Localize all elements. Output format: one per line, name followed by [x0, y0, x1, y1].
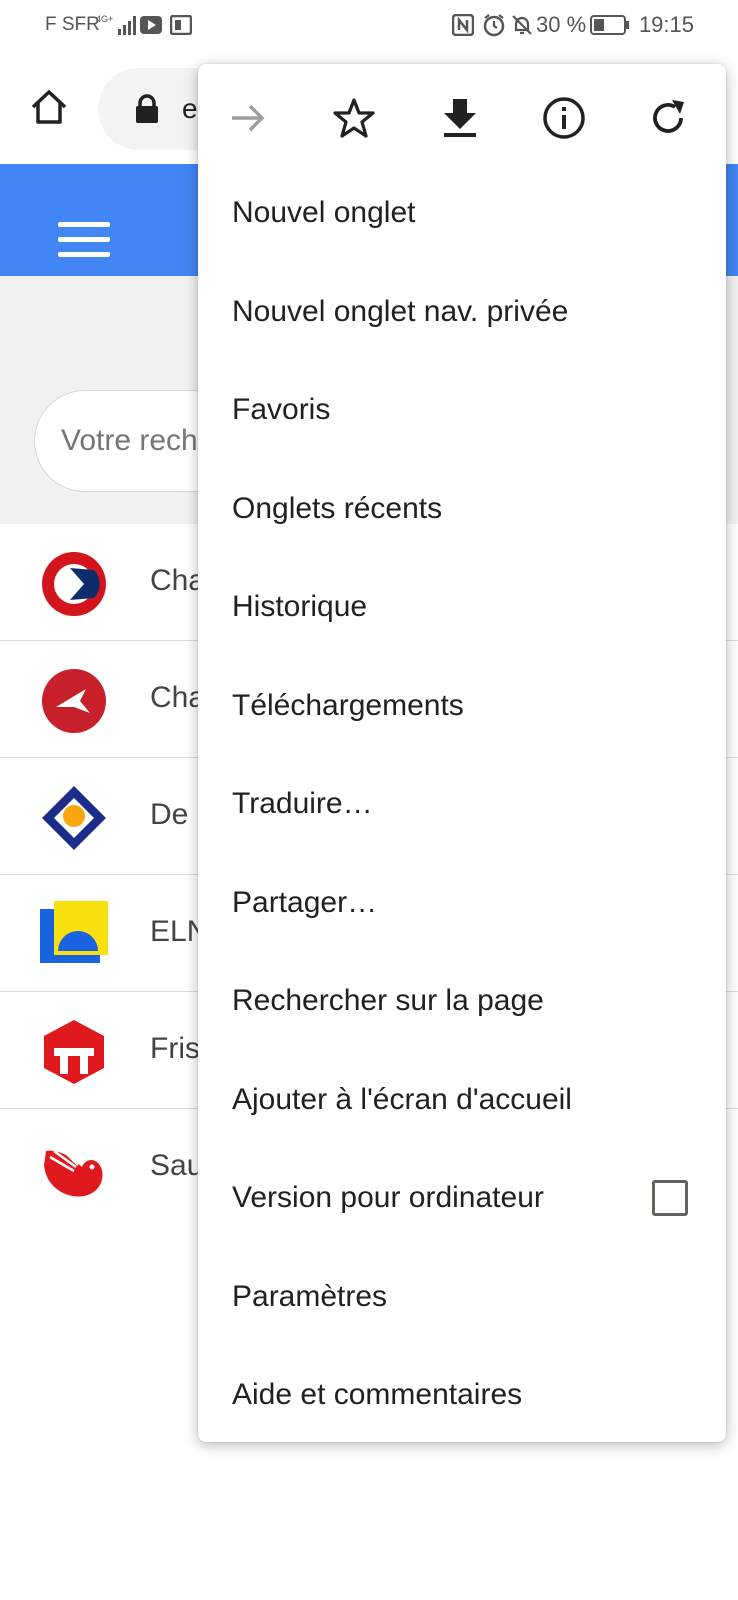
desktop-site-checkbox[interactable]	[652, 1180, 688, 1217]
logo-blue-diamond	[42, 786, 106, 850]
menu-item-list: Nouvel onglet Nouvel onglet nav. privée …	[198, 164, 726, 1445]
menu-item-help-feedback[interactable]: Aide et commentaires	[198, 1346, 726, 1445]
menu-item-downloads[interactable]: Téléchargements	[198, 657, 726, 756]
url-text: e	[182, 93, 198, 124]
news-icon	[170, 15, 192, 35]
signal-icon: 4G+	[96, 14, 136, 35]
menu-item-share[interactable]: Partager…	[198, 854, 726, 953]
star-icon	[333, 98, 375, 138]
svg-text:4G+: 4G+	[96, 14, 113, 24]
battery-percent: 30 %	[536, 12, 587, 37]
download-button[interactable]	[434, 92, 486, 144]
reload-icon	[653, 100, 684, 133]
menu-item-new-tab[interactable]: Nouvel onglet	[198, 164, 726, 263]
menu-item-translate[interactable]: Traduire…	[198, 755, 726, 854]
clock: 19:15	[638, 12, 694, 37]
menu-item-bookmarks[interactable]: Favoris	[198, 361, 726, 460]
logo-red-plane-circle	[42, 669, 106, 733]
logo-red-blue-circle	[42, 552, 106, 616]
menu-item-add-to-home-screen[interactable]: Ajouter à l'écran d'accueil	[198, 1051, 726, 1150]
menu-item-settings[interactable]: Paramètres	[198, 1248, 726, 1347]
lock-icon	[136, 94, 158, 123]
hamburger-menu-icon[interactable]	[58, 222, 110, 258]
menu-icon-row	[198, 64, 726, 176]
reload-button[interactable]	[642, 92, 694, 144]
menu-item-history[interactable]: Historique	[198, 558, 726, 657]
menu-item-desktop-site[interactable]: Version pour ordinateur	[198, 1149, 726, 1248]
info-icon	[543, 97, 585, 139]
logo-blue-yellow-square	[40, 901, 108, 963]
carrier-label: F SFR	[45, 14, 100, 35]
menu-item-new-incognito-tab[interactable]: Nouvel onglet nav. privée	[198, 263, 726, 362]
logo-red-bird	[44, 1146, 103, 1197]
download-icon	[444, 99, 476, 137]
logo-red-hexagon	[44, 1020, 104, 1084]
forward-icon	[232, 104, 265, 132]
page-info-button[interactable]	[538, 92, 590, 144]
status-bar: F SFR 4G+ 30 % 19:15	[0, 0, 738, 52]
bookmark-button[interactable]	[328, 92, 380, 144]
menu-item-recent-tabs[interactable]: Onglets récents	[198, 460, 726, 559]
youtube-icon	[140, 16, 162, 34]
home-icon[interactable]	[28, 86, 70, 128]
menu-item-find-in-page[interactable]: Rechercher sur la page	[198, 952, 726, 1051]
alarm-icon	[483, 14, 505, 37]
battery-icon	[590, 15, 629, 35]
overflow-menu: Nouvel onglet Nouvel onglet nav. privée …	[198, 64, 726, 1442]
forward-button[interactable]	[222, 92, 274, 144]
mute-bell-icon	[512, 15, 532, 35]
nfc-icon	[452, 14, 474, 36]
